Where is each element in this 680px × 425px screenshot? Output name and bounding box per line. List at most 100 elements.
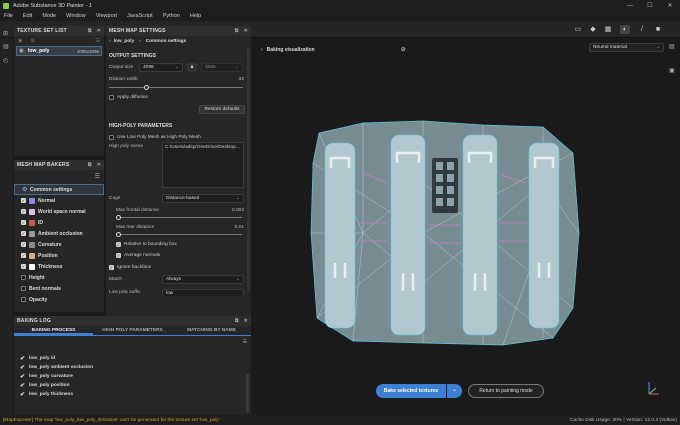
checkbox-unchecked-icon bbox=[109, 95, 114, 100]
eye-hidden-icon[interactable]: ⊘ bbox=[401, 46, 406, 53]
bake-selected-textures-button[interactable]: Bake selected textures bbox=[376, 384, 446, 398]
expand-arrow-icon[interactable]: › bbox=[261, 47, 263, 53]
max-frontal-slider-track[interactable] bbox=[116, 217, 242, 218]
baker-item[interactable]: ✓ Ambient occlusion bbox=[14, 228, 104, 239]
display-settings-icon[interactable]: ▦ bbox=[603, 25, 613, 34]
menu-mode[interactable]: Mode bbox=[42, 13, 56, 19]
layers-tool-icon[interactable]: ⊞ bbox=[3, 30, 8, 37]
paint-brush-icon[interactable]: / bbox=[637, 25, 647, 34]
breadcrumb-arrow-icon: › bbox=[139, 39, 141, 44]
ignore-backface-checkbox[interactable]: ✓ Ignore backface bbox=[109, 263, 248, 272]
screenshot-camera-icon[interactable]: ■ bbox=[653, 25, 663, 34]
tab-matching-by-name[interactable]: MATCHING BY NAME bbox=[172, 326, 251, 335]
checkbox-unchecked-icon[interactable] bbox=[21, 297, 26, 302]
lock-icon[interactable]: 🔒︎ bbox=[187, 63, 197, 72]
menu-javascript[interactable]: JavaScript bbox=[127, 13, 153, 19]
breadcrumb-texture-set[interactable]: low_poly bbox=[114, 39, 135, 44]
use-low-poly-label: Use Low Poly Mesh as High Poly Mesh bbox=[117, 135, 201, 140]
float-panel-icon[interactable]: ⧉ bbox=[88, 162, 92, 168]
float-panel-icon[interactable]: ⧉ bbox=[235, 28, 239, 34]
minimize-button[interactable]: — bbox=[620, 3, 640, 9]
max-rear-slider-handle[interactable] bbox=[116, 231, 121, 237]
viewport-options-icon[interactable]: ▣ bbox=[669, 67, 677, 76]
history-tool-icon[interactable]: ◴ bbox=[3, 57, 8, 64]
log-scrollbar[interactable] bbox=[246, 374, 249, 412]
checkbox-checked-icon[interactable]: ✓ bbox=[21, 231, 26, 236]
texture-set-row[interactable]: ◉ low_poly 4096x4096 bbox=[16, 46, 102, 56]
checkbox-checked-icon[interactable]: ✓ bbox=[21, 209, 26, 214]
float-panel-icon[interactable]: ⧉ bbox=[235, 318, 239, 324]
return-to-painting-button[interactable]: Return to painting mode bbox=[468, 384, 544, 398]
close-button[interactable]: ✕ bbox=[660, 2, 680, 9]
use-low-poly-checkbox[interactable]: Use Low Poly Mesh as High Poly Mesh bbox=[109, 133, 248, 142]
checkbox-checked-icon[interactable]: ✓ bbox=[21, 264, 26, 269]
menu-viewport[interactable]: Viewport bbox=[96, 13, 117, 19]
match-dropdown[interactable]: Always ⌄ bbox=[162, 275, 244, 284]
camera-view-icon[interactable]: ▭ bbox=[573, 25, 583, 34]
baker-item[interactable]: Bent normals bbox=[14, 283, 104, 294]
log-entry-text: low_poly thickness bbox=[29, 392, 74, 397]
baker-item-label: Bent normals bbox=[29, 285, 61, 292]
checkbox-checked-icon[interactable]: ✓ bbox=[21, 220, 26, 225]
relative-bbox-label: Relative to bounding box bbox=[124, 242, 177, 247]
checkbox-checked-icon[interactable]: ✓ bbox=[21, 253, 26, 258]
close-panel-icon[interactable]: ✕ bbox=[97, 28, 101, 34]
baker-item[interactable]: ✓ Normal bbox=[14, 195, 104, 206]
baker-item[interactable]: ✓ Curvature bbox=[14, 239, 104, 250]
checkmark-icon: ✔ bbox=[20, 383, 26, 389]
baker-item[interactable]: Opacity bbox=[14, 294, 104, 305]
close-panel-icon[interactable]: ✕ bbox=[244, 318, 248, 324]
shelf-tool-icon[interactable]: ▤ bbox=[3, 43, 9, 50]
max-frontal-slider-handle[interactable] bbox=[116, 214, 121, 220]
checkmark-icon: ✔ bbox=[20, 374, 26, 380]
maximize-button[interactable]: ☐ bbox=[640, 2, 660, 9]
bakers-list-icon[interactable]: ☰ bbox=[14, 170, 104, 184]
output-size-label: Output size bbox=[109, 65, 134, 70]
breadcrumb-settings[interactable]: Common settings bbox=[146, 39, 187, 44]
checkbox-unchecked-icon[interactable] bbox=[21, 275, 26, 280]
menu-edit[interactable]: Edit bbox=[23, 13, 32, 19]
menu-file[interactable]: File bbox=[4, 13, 13, 19]
cage-dropdown[interactable]: Distance-based ⌄ bbox=[162, 194, 244, 203]
baker-item[interactable]: ⚙ Common settings bbox=[14, 184, 104, 195]
checkbox-checked-icon[interactable]: ✓ bbox=[21, 242, 26, 247]
output-size-dropdown[interactable]: 4096 ⌄ bbox=[139, 63, 183, 72]
visibility-icon[interactable]: ◉ bbox=[18, 38, 22, 44]
relative-bbox-checkbox[interactable]: ✓ Relative to bounding box bbox=[116, 240, 248, 249]
cage-value: Distance-based bbox=[166, 196, 200, 201]
cube-icon[interactable]: ◆ bbox=[588, 25, 598, 34]
viewport[interactable]: › Baking visualization ⊘ Neutral materia… bbox=[253, 38, 680, 415]
checkbox-unchecked-icon[interactable] bbox=[21, 286, 26, 291]
float-panel-icon[interactable]: ⧉ bbox=[88, 28, 92, 34]
bake-mode-icon[interactable]: ◐ bbox=[620, 25, 630, 34]
high-poly-scene-list[interactable]: C:/Users/aditp/OneDrive/Desktop... bbox=[162, 142, 244, 188]
close-panel-icon[interactable]: ✕ bbox=[244, 28, 248, 34]
list-view-icon[interactable]: ☰ bbox=[96, 38, 100, 44]
settings-scrollbar[interactable] bbox=[247, 48, 250, 292]
checkbox-checked-icon[interactable]: ✓ bbox=[21, 198, 26, 203]
apply-diffusion-checkbox[interactable]: Apply diffusion bbox=[109, 93, 248, 102]
baker-item[interactable]: Height bbox=[14, 272, 104, 283]
average-normals-checkbox[interactable]: ✓ Average normals bbox=[116, 251, 248, 260]
dilation-slider-handle[interactable] bbox=[144, 84, 149, 90]
output-size-value: 4096 bbox=[143, 65, 154, 70]
viewport-settings-icon[interactable]: ▤ bbox=[669, 43, 677, 52]
max-rear-slider-track[interactable] bbox=[116, 234, 242, 235]
restore-defaults-button[interactable]: Restore defaults bbox=[199, 105, 245, 114]
baker-item[interactable]: ✓ World space normal bbox=[14, 206, 104, 217]
baker-item[interactable]: ✓ Thickness bbox=[14, 261, 104, 272]
tab-high-poly-parameters[interactable]: HIGH POLY PARAMETERS bbox=[93, 326, 172, 335]
material-dropdown[interactable]: Neutral material ⌄ bbox=[589, 43, 664, 52]
dilation-slider-track[interactable] bbox=[109, 87, 243, 88]
settings-icon[interactable]: ⚙ bbox=[30, 38, 34, 44]
close-panel-icon[interactable]: ✕ bbox=[97, 162, 101, 168]
eye-icon[interactable]: ◉ bbox=[19, 48, 25, 54]
baker-item[interactable]: ✓ ID bbox=[14, 217, 104, 228]
bake-options-chevron-icon[interactable]: ⌄ bbox=[447, 384, 462, 398]
low-suffix-field[interactable]: low bbox=[162, 289, 244, 296]
menu-python[interactable]: Python bbox=[163, 13, 180, 19]
menu-window[interactable]: Window bbox=[66, 13, 86, 19]
baker-item[interactable]: ✓ Position bbox=[14, 250, 104, 261]
tab-baking-process[interactable]: BAKING PROCESS bbox=[14, 326, 93, 335]
menu-help[interactable]: Help bbox=[190, 13, 201, 19]
